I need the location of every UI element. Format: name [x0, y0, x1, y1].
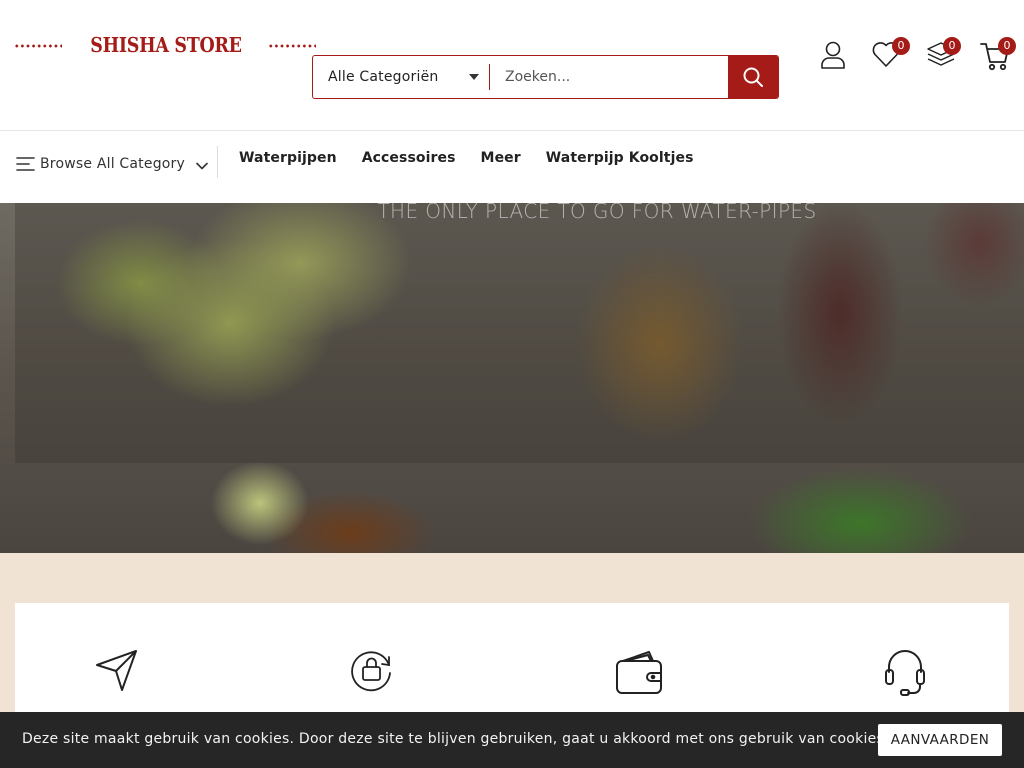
cart-count-badge: 0 [998, 37, 1016, 55]
hero-banner: THE ONLY PLACE TO GO FOR WATER-PIPES [0, 203, 1024, 553]
cookie-bar: Deze site maakt gebruik van cookies. Doo… [0, 712, 1024, 768]
browse-category-button[interactable]: Browse All Category [16, 149, 208, 179]
nav-link-waterpijp-kooltjes[interactable]: Waterpijp Kooltjes [546, 150, 694, 166]
hero-tagline: THE ONLY PLACE TO GO FOR WATER-PIPES [377, 203, 817, 223]
cookie-message: Deze site maakt gebruik van cookies. Doo… [22, 731, 889, 747]
account-link[interactable] [819, 38, 859, 74]
category-select-label: Alle Categoriën [328, 69, 439, 85]
logo-dots-right [267, 44, 316, 48]
cart-link[interactable]: 0 [980, 37, 1020, 74]
caret-down-icon [469, 74, 479, 80]
search-bar: Alle Categoriën [312, 55, 779, 99]
menu-lines-icon [16, 157, 35, 171]
wishlist-count-badge: 0 [892, 37, 910, 55]
nav-link-accessoires[interactable]: Accessoires [362, 150, 456, 166]
logo-dots-left [14, 44, 63, 48]
category-select[interactable]: Alle Categoriën [313, 56, 489, 98]
site-header: SHISHA STORE Alle Categoriën 0 [0, 0, 1024, 131]
nav-link-waterpijpen[interactable]: Waterpijpen [239, 150, 337, 166]
logo-text: SHISHA STORE [90, 34, 242, 58]
headset-icon [885, 650, 925, 696]
search-icon [743, 67, 763, 87]
compare-count-badge: 0 [943, 37, 961, 55]
hero-overlay [15, 203, 1024, 463]
chevron-down-icon [196, 162, 208, 170]
site-logo[interactable]: SHISHA STORE [14, 34, 316, 58]
user-icon [821, 41, 845, 69]
nav-link-meer[interactable]: Meer [481, 150, 521, 166]
search-input[interactable] [490, 56, 728, 98]
compare-link[interactable]: 0 [926, 37, 966, 74]
nav-links: Waterpijpen Accessoires Meer Waterpijp K… [239, 150, 694, 166]
wishlist-link[interactable]: 0 [871, 37, 911, 74]
refresh-bag-icon [351, 651, 391, 692]
send-icon [96, 650, 137, 691]
search-button[interactable] [728, 56, 778, 98]
browse-category-label: Browse All Category [40, 156, 185, 172]
main-nav: Browse All Category Waterpijpen Accessoi… [0, 131, 1024, 203]
wallet-icon [616, 651, 662, 694]
accept-cookies-button[interactable]: AANVAARDEN [878, 724, 1002, 756]
nav-divider [217, 146, 218, 178]
